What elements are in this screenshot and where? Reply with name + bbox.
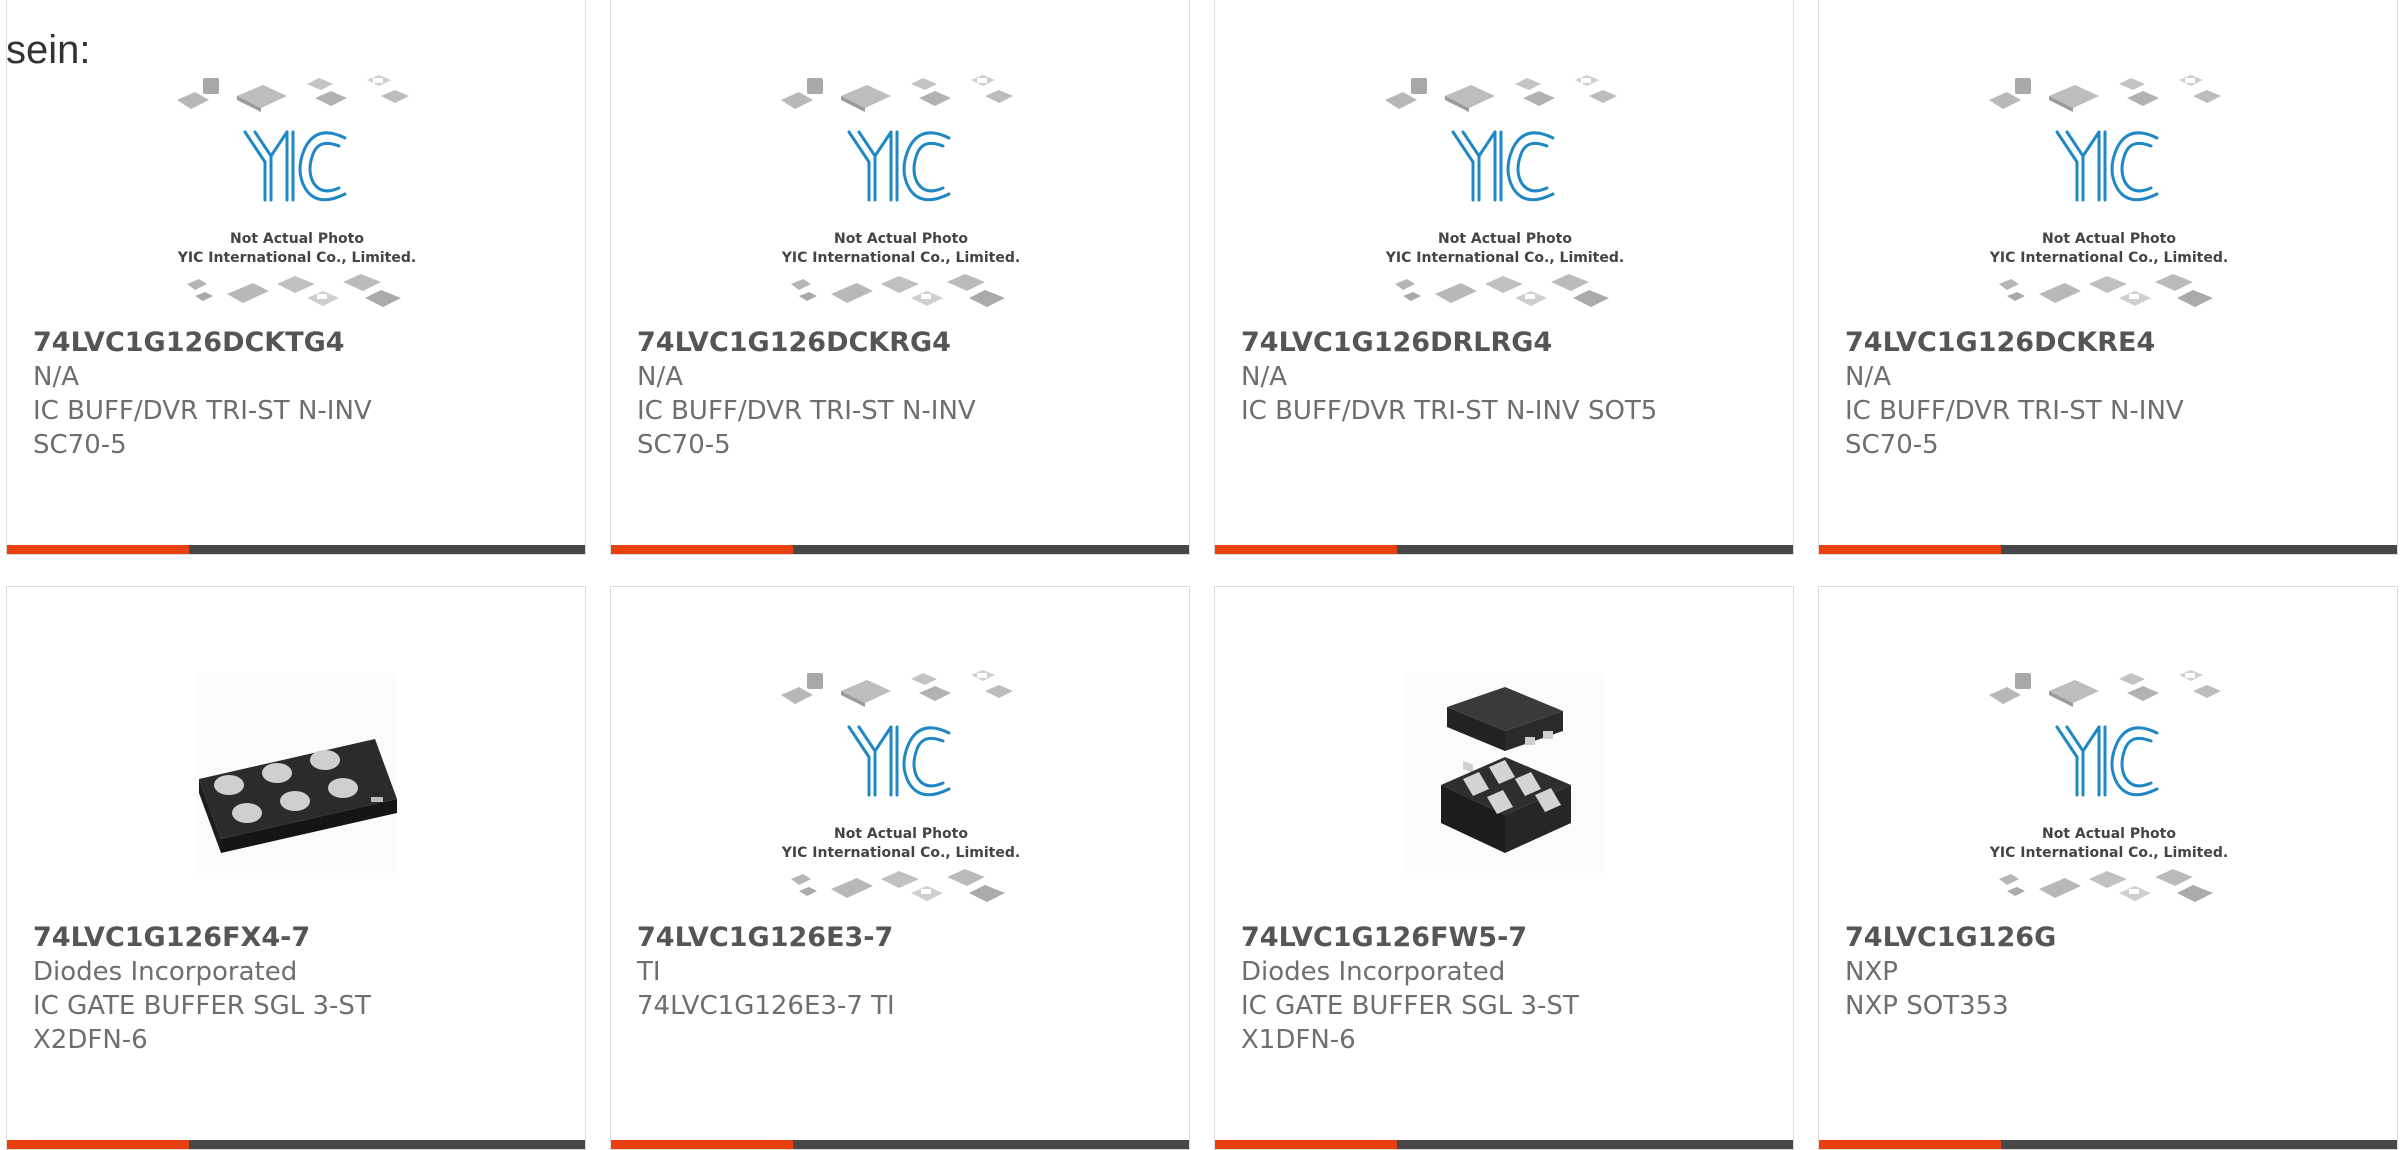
manufacturer: Diodes Incorporated — [33, 957, 298, 987]
svg-text:YIC International Co., Limited: YIC International Co., Limited. — [1989, 845, 2228, 861]
svg-text:Not Actual Photo: Not Actual Photo — [834, 826, 968, 842]
manufacturer: NXP — [1845, 957, 1898, 987]
product-card[interactable]: Not Actual Photo YIC International Co., … — [610, 586, 1190, 1150]
part-number[interactable]: 74LVC1G126DCKRG4 — [637, 326, 1177, 360]
description: NXP SOT353 — [1845, 991, 2009, 1021]
product-image-placeholder: Not Actual Photo YIC International Co., … — [1979, 72, 2239, 322]
manufacturer: N/A — [1241, 362, 1287, 392]
package: X2DFN-6 — [33, 1025, 148, 1055]
package: X1DFN-6 — [1241, 1025, 1356, 1055]
product-card[interactable]: Not Actual Photo YIC International Co., … — [1818, 0, 2398, 555]
package: SC70-5 — [1845, 430, 1939, 460]
description: IC BUFF/DVR TRI-ST N-INV — [1845, 396, 2184, 426]
manufacturer: TI — [637, 957, 661, 987]
description: IC GATE BUFFER SGL 3-ST — [33, 991, 371, 1021]
svg-text:YIC International Co., Limited: YIC International Co., Limited. — [781, 845, 1020, 861]
manufacturer: N/A — [637, 362, 683, 392]
package: SC70-5 — [33, 430, 127, 460]
card-bottom-bar — [611, 1140, 1189, 1149]
svg-text:Not Actual Photo: Not Actual Photo — [834, 231, 968, 247]
package: SC70-5 — [637, 430, 731, 460]
svg-text:YIC International Co., Limited: YIC International Co., Limited. — [177, 250, 416, 266]
description: IC BUFF/DVR TRI-ST N-INV — [33, 396, 372, 426]
card-bottom-bar — [1215, 1140, 1793, 1149]
product-card[interactable]: Not Actual Photo YIC International Co., … — [6, 0, 586, 555]
card-bottom-bar — [1819, 545, 2397, 554]
part-number[interactable]: 74LVC1G126DCKRE4 — [1845, 326, 2385, 360]
svg-text:YIC International Co., Limited: YIC International Co., Limited. — [1385, 250, 1624, 266]
svg-text:Not Actual Photo: Not Actual Photo — [230, 231, 364, 247]
product-image-placeholder: Not Actual Photo YIC International Co., … — [1375, 72, 1635, 322]
svg-text:YIC International Co., Limited: YIC International Co., Limited. — [1989, 250, 2228, 266]
part-number[interactable]: 74LVC1G126FW5-7 — [1241, 921, 1781, 955]
product-card[interactable]: Not Actual Photo YIC International Co., … — [1214, 0, 1794, 555]
product-image-x1dfn — [1375, 667, 1635, 917]
card-bottom-bar — [7, 1140, 585, 1149]
card-bottom-bar — [7, 545, 585, 554]
product-grid: Not Actual Photo YIC International Co., … — [0, 0, 2400, 1150]
card-bottom-bar — [1819, 1140, 2397, 1149]
part-number[interactable]: 74LVC1G126FX4-7 — [33, 921, 573, 955]
product-card[interactable]: 74LVC1G126FW5-7 Diodes Incorporated IC G… — [1214, 586, 1794, 1150]
intro-text: sein: — [6, 28, 91, 72]
manufacturer: Diodes Incorporated — [1241, 957, 1506, 987]
product-card[interactable]: Not Actual Photo YIC International Co., … — [1818, 586, 2398, 1150]
manufacturer: N/A — [33, 362, 79, 392]
svg-text:Not Actual Photo: Not Actual Photo — [2042, 826, 2176, 842]
part-number[interactable]: 74LVC1G126E3-7 — [637, 921, 1177, 955]
product-image-placeholder: Not Actual Photo YIC International Co., … — [1979, 667, 2239, 917]
manufacturer: N/A — [1845, 362, 1891, 392]
description: IC BUFF/DVR TRI-ST N-INV — [637, 396, 976, 426]
part-number[interactable]: 74LVC1G126G — [1845, 921, 2385, 955]
svg-text:YIC International Co., Limited: YIC International Co., Limited. — [781, 250, 1020, 266]
product-image-placeholder: Not Actual Photo YIC International Co., … — [167, 72, 427, 322]
description: 74LVC1G126E3-7 TI — [637, 991, 895, 1021]
product-image-placeholder: Not Actual Photo YIC International Co., … — [771, 667, 1031, 917]
product-image-x2dfn — [167, 667, 427, 917]
product-card[interactable]: 74LVC1G126FX4-7 Diodes Incorporated IC G… — [6, 586, 586, 1150]
svg-text:Not Actual Photo: Not Actual Photo — [2042, 231, 2176, 247]
part-number[interactable]: 74LVC1G126DRLRG4 — [1241, 326, 1781, 360]
description: IC BUFF/DVR TRI-ST N-INV SOT5 — [1241, 396, 1658, 426]
svg-text:Not Actual Photo: Not Actual Photo — [1438, 231, 1572, 247]
card-bottom-bar — [1215, 545, 1793, 554]
part-number[interactable]: 74LVC1G126DCKTG4 — [33, 326, 573, 360]
card-bottom-bar — [611, 545, 1189, 554]
product-image-placeholder: Not Actual Photo YIC International Co., … — [771, 72, 1031, 322]
description: IC GATE BUFFER SGL 3-ST — [1241, 991, 1579, 1021]
product-card[interactable]: Not Actual Photo YIC International Co., … — [610, 0, 1190, 555]
